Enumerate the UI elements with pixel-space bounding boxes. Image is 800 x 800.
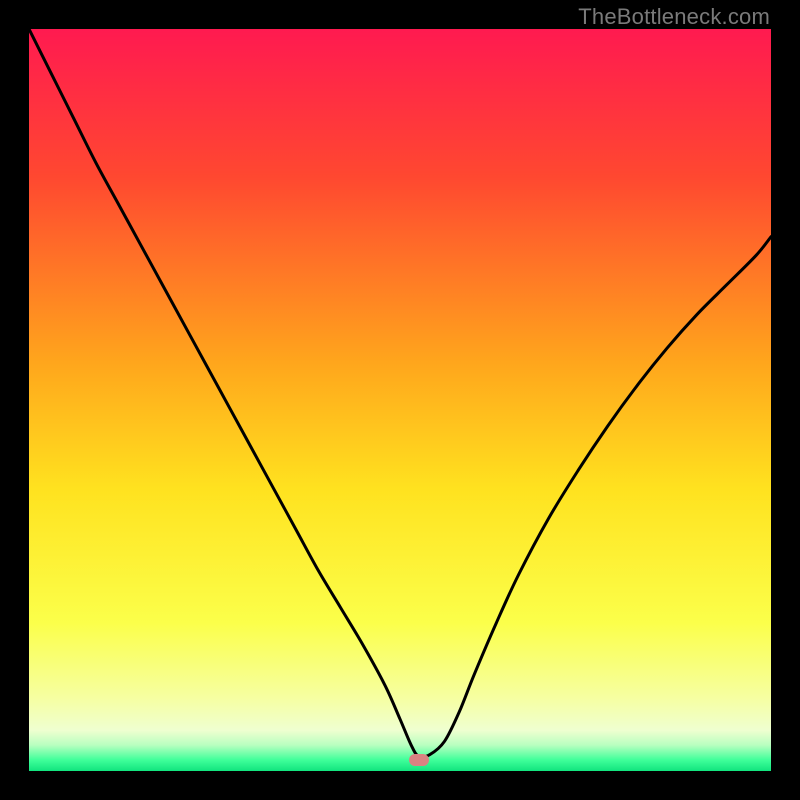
watermark-text: TheBottleneck.com (578, 4, 770, 30)
bottleneck-curve (29, 29, 771, 771)
plot-area (29, 29, 771, 771)
optimum-marker (409, 754, 429, 766)
